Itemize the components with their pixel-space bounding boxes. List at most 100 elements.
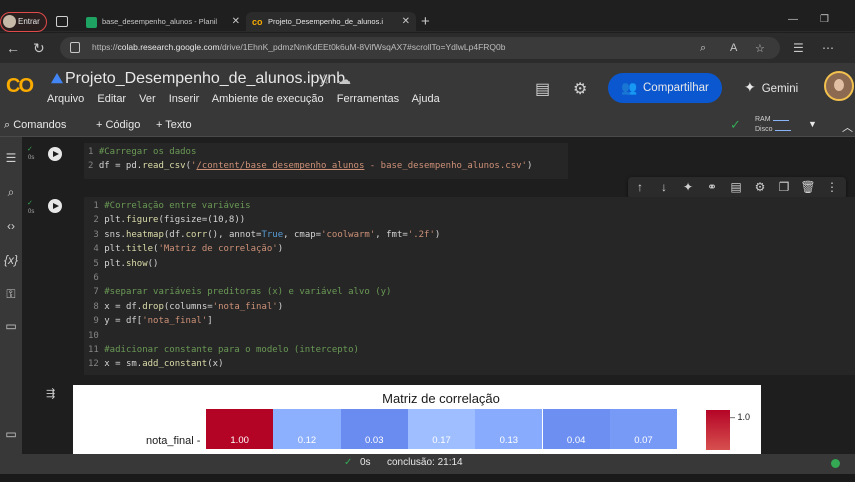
link-icon[interactable]: ⚭: [704, 180, 720, 194]
gemini-sparkle-icon: ✦: [744, 79, 756, 95]
code-line: sns.heatmap(df.corr(), annot=True, cmap=…: [104, 229, 441, 240]
tab-title: Projeto_Desempenho_de_alunos.i: [268, 17, 384, 26]
heatmap-value-label: 0.04: [566, 435, 586, 446]
favorite-star-icon[interactable]: ☆: [755, 42, 765, 55]
menu-inserir[interactable]: Inserir: [169, 93, 200, 105]
delete-icon[interactable]: 🗑: [800, 180, 816, 194]
tab-colab[interactable]: co Projeto_Desempenho_de_alunos.i ✕: [246, 12, 416, 32]
add-code-button[interactable]: + Código: [96, 119, 140, 131]
connected-check-icon: ✓: [730, 117, 741, 132]
cloud-icon[interactable]: ☁: [338, 72, 351, 88]
status-check-icon: ✓: [344, 457, 353, 468]
code-snippets-icon[interactable]: ‹›: [3, 219, 19, 233]
reload-icon[interactable]: ↻: [33, 40, 45, 56]
settings-gear-icon[interactable]: ⚙: [752, 180, 768, 194]
profile-button[interactable]: Entrar: [0, 12, 47, 32]
gemini-sparkle-icon[interactable]: ✦: [680, 180, 696, 194]
collapse-icon[interactable]: ︿: [842, 119, 853, 135]
output-actions-icon[interactable]: ⇶: [46, 387, 55, 400]
find-icon[interactable]: ⌕: [3, 185, 19, 200]
toc-icon[interactable]: ☰: [3, 151, 19, 165]
run-cell-button[interactable]: [48, 199, 62, 213]
lock-icon: [70, 42, 80, 53]
status-exec-time: 0s: [360, 457, 371, 468]
minimize-icon[interactable]: —: [788, 14, 798, 25]
code-line: y = df['nota_final']: [104, 316, 213, 327]
move-down-icon[interactable]: ↓: [656, 180, 672, 194]
gemini-button[interactable]: ✦ Gemini: [744, 79, 798, 96]
favorites-icon[interactable]: ☰: [793, 40, 804, 56]
taskbar-strip: [0, 474, 855, 482]
heatmap-value-label: 1.00: [230, 435, 249, 446]
secrets-key-icon[interactable]: ⚿: [3, 287, 19, 302]
menu-ferramentas[interactable]: Ferramentas: [337, 93, 399, 105]
menu-editar[interactable]: Editar: [97, 93, 126, 105]
settings-gear-icon[interactable]: ⚙: [573, 79, 587, 99]
runtime-dropdown-icon[interactable]: ▼: [808, 119, 817, 129]
cell-done-check-icon: ✓: [27, 146, 33, 153]
heatmap-output: Matriz de correlação nota_final - 1.00 0.…: [73, 385, 761, 454]
back-icon[interactable]: ←: [6, 40, 20, 56]
close-tab-icon[interactable]: ✕: [232, 12, 240, 32]
status-completion[interactable]: conclusão: 21:14: [387, 457, 463, 468]
menu-ambiente[interactable]: Ambiente de execução: [212, 93, 324, 105]
colab-header: CO Projeto_Desempenho_de_alunos.ipynb ☆ …: [0, 63, 855, 115]
runtime-status-dot[interactable]: [831, 459, 840, 468]
commands-button[interactable]: ⌕ Comandos: [4, 119, 66, 132]
code-line: x = sm.add_constant(x): [104, 359, 224, 370]
share-button[interactable]: 👥 Compartilhar: [608, 73, 722, 103]
run-cell-button[interactable]: [48, 147, 62, 161]
maximize-icon[interactable]: ❐: [820, 14, 829, 25]
heatmap-value-label: 0.07: [634, 435, 653, 446]
code-editor[interactable]: 1 #Correlação entre variáveis 2 plt.figu…: [88, 199, 855, 372]
notebook-title[interactable]: Projeto_Desempenho_de_alunos.ipynb: [65, 70, 345, 88]
cell-toolbar: ↑ ↓ ✦ ⚭ ▤ ⚙ ❐ 🗑 ⋮: [628, 177, 846, 199]
code-line-read-csv: df = pd.read_csv('/content/base_desempen…: [98, 161, 533, 172]
heatmap-row-label: nota_final -: [146, 435, 201, 447]
notebook-toolbar: ⌕ Comandos + Código + Texto ✓ RAM Disco …: [0, 115, 855, 137]
new-tab-icon[interactable]: +: [421, 12, 430, 32]
left-sidebar: ☰ ⌕ ‹› {x} ⚿ ▭ ▭: [0, 137, 22, 454]
more-vert-icon[interactable]: ⋮: [824, 180, 840, 194]
resources-indicator[interactable]: RAM Disco: [755, 115, 791, 135]
url-text: https://colab.research.google.com/drive/…: [92, 42, 506, 52]
menu-ver[interactable]: Ver: [139, 93, 156, 105]
code-line: plt.show(): [104, 258, 159, 269]
cell-exec-time: 0s: [28, 155, 35, 161]
user-avatar[interactable]: [824, 71, 854, 101]
gemini-label: Gemini: [761, 83, 799, 95]
read-aloud-icon[interactable]: A: [730, 42, 737, 54]
heatmap-value-label: 0.03: [364, 435, 384, 446]
code-line: #Carregar os dados: [98, 147, 197, 157]
comments-icon[interactable]: ▤: [535, 79, 550, 99]
terminal-icon[interactable]: ▭: [3, 427, 19, 441]
move-up-icon[interactable]: ↑: [632, 180, 648, 194]
share-label: Compartilhar: [643, 82, 709, 94]
add-text-button[interactable]: + Texto: [156, 119, 192, 131]
code-line: x = df.drop(columns='nota_final'): [104, 301, 284, 312]
code-line: plt.title('Matriz de correlação'): [104, 244, 284, 255]
code-cell[interactable]: 1 #Correlação entre variáveis 2 plt.figu…: [84, 197, 855, 375]
mirror-cell-icon[interactable]: ❐: [776, 180, 792, 194]
files-folder-icon[interactable]: ▭: [3, 319, 19, 333]
tab-actions-icon[interactable]: [56, 16, 68, 27]
comment-icon[interactable]: ▤: [728, 180, 744, 194]
heatmap-value-label: 0.13: [499, 435, 519, 446]
ram-label: RAM: [755, 116, 771, 123]
more-icon[interactable]: ⋯: [822, 40, 834, 56]
colab-logo[interactable]: CO: [6, 75, 34, 98]
code-line: plt.figure(figsize=(10,8)): [104, 215, 246, 226]
zoom-icon[interactable]: ⌕: [700, 42, 706, 55]
code-cell[interactable]: 1 #Carregar os dados 2 df = pd.read_csv(…: [84, 143, 568, 179]
tab-sheets[interactable]: base_desempenho_alunos - Planil ✕: [80, 12, 246, 32]
url-field[interactable]: https://colab.research.google.com/drive/…: [60, 37, 780, 59]
address-bar-row: ← ↻ https://colab.research.google.com/dr…: [0, 33, 855, 63]
menu-arquivo[interactable]: Arquivo: [47, 93, 84, 105]
code-editor[interactable]: 1 #Carregar os dados 2 df = pd.read_csv(…: [88, 145, 568, 174]
star-icon[interactable]: ☆: [318, 71, 331, 88]
close-tab-icon[interactable]: ✕: [402, 12, 410, 32]
variables-icon[interactable]: {x}: [3, 253, 19, 267]
menu-ajuda[interactable]: Ajuda: [412, 93, 440, 105]
people-icon: 👥: [621, 80, 638, 95]
notebook-area: ✓ 0s 1 #Carregar os dados 2 df = pd.read…: [22, 137, 855, 454]
